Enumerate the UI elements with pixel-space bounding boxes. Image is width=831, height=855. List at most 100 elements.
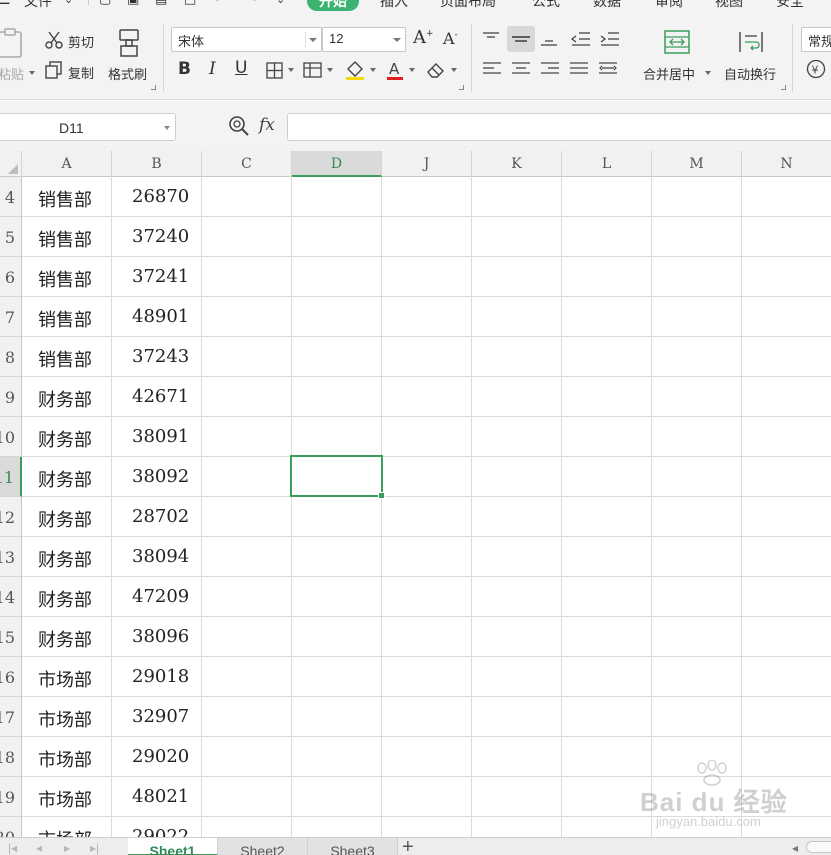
cell-a[interactable]: 财务部 [22, 617, 112, 657]
column-header-a[interactable]: A [22, 151, 112, 177]
fx-icon[interactable]: fx [259, 115, 275, 135]
cell-b[interactable]: 38096 [112, 617, 202, 657]
cell-l[interactable] [562, 457, 652, 497]
cell-b[interactable]: 32907 [112, 697, 202, 737]
cell-n[interactable] [742, 457, 831, 497]
align-top-icon[interactable] [481, 29, 501, 49]
cell-l[interactable] [562, 497, 652, 537]
cell-k[interactable] [472, 297, 562, 337]
cell-l[interactable] [562, 537, 652, 577]
cell-b[interactable]: 26870 [112, 177, 202, 217]
wrap-text-icon[interactable] [736, 27, 766, 57]
cell-d[interactable] [292, 497, 382, 537]
column-header-l[interactable]: L [562, 151, 652, 177]
cell-c[interactable] [202, 777, 292, 817]
cell-l[interactable] [562, 777, 652, 817]
cell-l[interactable] [562, 817, 652, 837]
cell-d[interactable] [292, 417, 382, 457]
scroll-left-icon[interactable]: ◂ [792, 841, 798, 855]
cell-d[interactable] [292, 657, 382, 697]
cell-a[interactable]: 销售部 [22, 337, 112, 377]
row-header[interactable]: 17 [0, 697, 22, 737]
cell-d[interactable] [292, 697, 382, 737]
scissors-icon[interactable] [44, 30, 64, 50]
cell-d[interactable] [292, 737, 382, 777]
menu-file[interactable]: 文件 [24, 0, 52, 11]
cell-j[interactable] [382, 617, 472, 657]
number-format-select[interactable]: 常规 [801, 27, 831, 52]
cell-l[interactable] [562, 177, 652, 217]
cell-m[interactable] [652, 377, 742, 417]
wrap-text-button[interactable]: 自动换行 [724, 64, 776, 83]
name-box[interactable]: D11 [0, 113, 176, 141]
paste-icon[interactable] [0, 26, 28, 60]
column-header-k[interactable]: K [472, 151, 562, 177]
cell-k[interactable] [472, 457, 562, 497]
cell-k[interactable] [472, 377, 562, 417]
cell-c[interactable] [202, 337, 292, 377]
cell-j[interactable] [382, 657, 472, 697]
paste-label[interactable]: 粘贴 [0, 64, 24, 83]
cell-m[interactable] [652, 737, 742, 777]
align-right-icon[interactable] [539, 59, 561, 79]
cell-b[interactable]: 37241 [112, 257, 202, 297]
zoom-search-icon[interactable] [228, 115, 250, 137]
align-left-icon[interactable] [481, 59, 503, 79]
column-header-n[interactable]: N [742, 151, 831, 177]
eraser-icon[interactable] [426, 61, 446, 79]
increase-indent-icon[interactable] [599, 29, 621, 49]
cell-b[interactable]: 38092 [112, 457, 202, 497]
cell-d[interactable] [292, 777, 382, 817]
cell-n[interactable] [742, 817, 831, 837]
paste-dropdown-icon[interactable] [29, 71, 35, 75]
horizontal-scrollbar[interactable] [806, 841, 831, 853]
cell-b[interactable]: 42671 [112, 377, 202, 417]
cell-j[interactable] [382, 297, 472, 337]
cell-n[interactable] [742, 297, 831, 337]
row-header[interactable]: 16 [0, 657, 22, 697]
cell-l[interactable] [562, 417, 652, 457]
tab-formulas[interactable]: 公式 [532, 0, 560, 11]
cell-d[interactable] [292, 257, 382, 297]
cell-c[interactable] [202, 377, 292, 417]
quick-access-chevron-icon[interactable]: ⌄ [276, 0, 285, 6]
sheet-tab-3[interactable]: Sheet3 [308, 838, 398, 855]
clipboard-launcher-icon[interactable] [151, 85, 156, 90]
redo-icon[interactable]: ↷ [246, 0, 258, 8]
copy-icon[interactable] [44, 60, 64, 80]
cell-c[interactable] [202, 297, 292, 337]
cell-a[interactable]: 财务部 [22, 417, 112, 457]
cell-l[interactable] [562, 377, 652, 417]
cell-j[interactable] [382, 697, 472, 737]
cell-j[interactable] [382, 217, 472, 257]
cell-a[interactable]: 财务部 [22, 497, 112, 537]
cell-b[interactable]: 37240 [112, 217, 202, 257]
row-header[interactable]: 11 [0, 457, 22, 497]
print-preview-icon[interactable]: ▤ [155, 0, 167, 7]
cell-c[interactable] [202, 617, 292, 657]
cell-n[interactable] [742, 257, 831, 297]
cell-k[interactable] [472, 257, 562, 297]
column-header-b[interactable]: B [112, 151, 202, 177]
sheet-tab-1[interactable]: Sheet1 [128, 838, 218, 855]
cell-m[interactable] [652, 697, 742, 737]
cell-j[interactable] [382, 377, 472, 417]
cell-a[interactable]: 市场部 [22, 697, 112, 737]
cell-d[interactable] [292, 617, 382, 657]
cell-l[interactable] [562, 217, 652, 257]
row-header[interactable]: 10 [0, 417, 22, 457]
cell-j[interactable] [382, 177, 472, 217]
row-header[interactable]: 4 [0, 177, 22, 217]
format-painter-button[interactable]: 格式刷 [108, 64, 147, 83]
increase-font-size-icon[interactable]: A+ [413, 27, 434, 48]
underline-icon[interactable]: U [235, 58, 247, 78]
first-sheet-icon[interactable]: |◂ [8, 841, 17, 855]
cell-b[interactable]: 29022 [112, 817, 202, 837]
cell-l[interactable] [562, 337, 652, 377]
row-header[interactable]: 8 [0, 337, 22, 377]
menu-file-chevron-icon[interactable]: ⌄ [64, 0, 73, 6]
column-header-j[interactable]: J [382, 151, 472, 177]
justify-icon[interactable] [568, 59, 590, 79]
cell-n[interactable] [742, 617, 831, 657]
cell-m[interactable] [652, 257, 742, 297]
